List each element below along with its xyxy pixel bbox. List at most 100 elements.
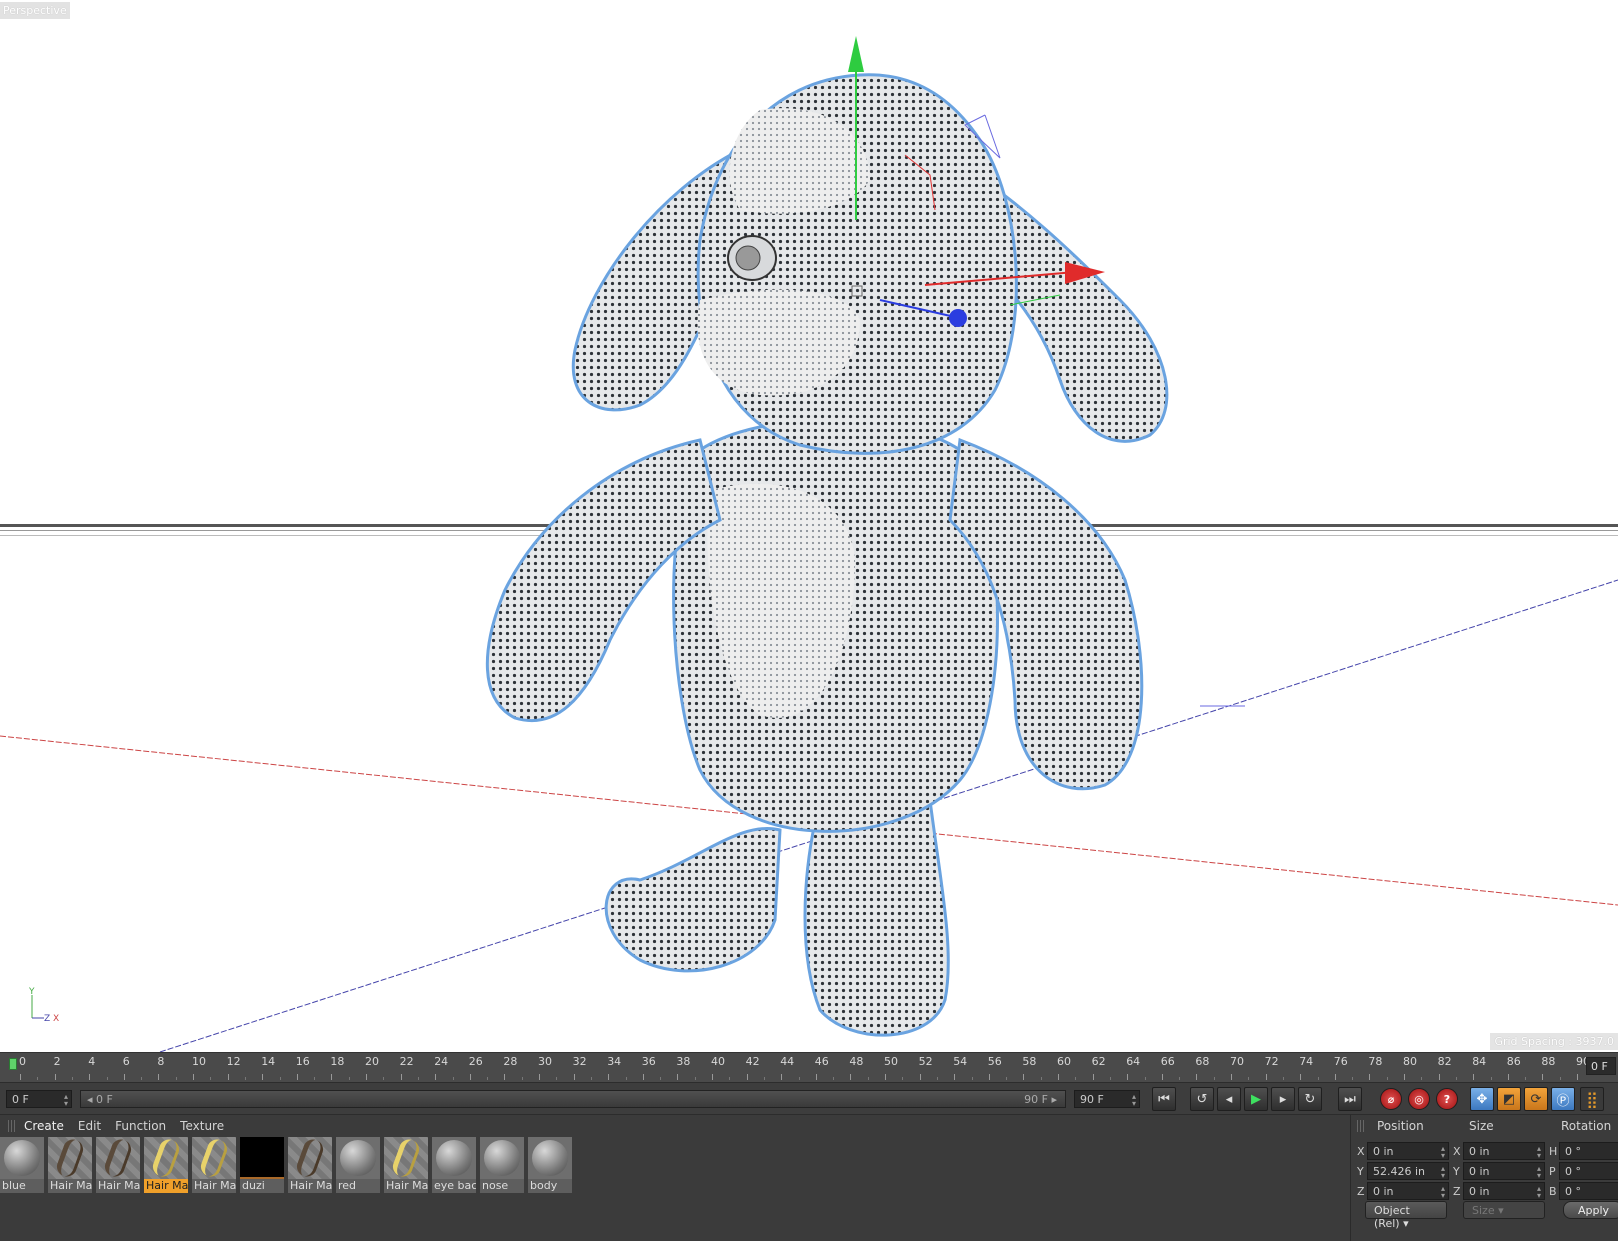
material-swatch-list: blue Hair Ma Hair Ma Hair Ma Hair Ma duzi Hair… <box>0 1137 576 1201</box>
material-preview <box>96 1137 140 1179</box>
frame-tick-minor <box>660 1077 662 1080</box>
frame-tick <box>400 1074 402 1080</box>
material-swatch[interactable]: nose <box>480 1137 524 1201</box>
frame-tick-label: 28 <box>503 1055 518 1068</box>
material-swatch[interactable]: body <box>528 1137 572 1201</box>
size-z-field-value: 0 in <box>1469 1185 1490 1198</box>
menu-edit[interactable]: Edit <box>78 1119 101 1133</box>
previous-keyframe-button[interactable]: ↺ <box>1190 1087 1214 1111</box>
material-swatch[interactable]: duzi <box>240 1137 284 1201</box>
hair-strand-icon <box>102 1137 134 1179</box>
frame-tick <box>885 1074 886 1080</box>
viewport-label[interactable]: Perspective <box>0 2 70 19</box>
material-name: body <box>528 1179 572 1193</box>
menu-function[interactable]: Function <box>115 1119 166 1133</box>
spinner-icon[interactable]: ▴ ▾ <box>1537 1145 1541 1160</box>
position-y-field[interactable]: 52.426 in ▴ ▾ <box>1367 1162 1449 1180</box>
record-parameter-toggle[interactable]: Ⓟ <box>1551 1087 1575 1111</box>
frame-tick-minor <box>1248 1077 1250 1080</box>
go-to-end-button[interactable]: ⏭ <box>1338 1087 1362 1111</box>
spinner-icon[interactable]: ▴ ▾ <box>1537 1165 1541 1180</box>
scene-canvas[interactable]: Y Z X <box>0 0 1618 1052</box>
frame-tick <box>1404 1074 1405 1080</box>
move-icon: ✥ <box>1476 1091 1488 1107</box>
playhead[interactable] <box>9 1058 17 1070</box>
menu-create[interactable]: Create <box>24 1119 64 1133</box>
frame-tick <box>712 1074 713 1080</box>
material-swatch[interactable]: Hair Ma <box>144 1137 188 1201</box>
frame-tick-label: 38 <box>676 1055 691 1068</box>
coordinate-row: Y 52.426 in ▴ ▾ Y 0 in ▴ ▾ P 0 ° <box>1351 1162 1618 1182</box>
keyframe-selection-button[interactable]: ? <box>1436 1088 1458 1110</box>
menu-texture[interactable]: Texture <box>180 1119 224 1133</box>
material-swatch[interactable]: eye back <box>432 1137 476 1201</box>
end-frame-field[interactable]: 90 F ▴ ▾ <box>1074 1090 1140 1108</box>
autokeying-button[interactable]: ◎ <box>1408 1088 1430 1110</box>
frame-tick-minor <box>1006 1077 1008 1080</box>
material-swatch[interactable]: blue <box>0 1137 44 1201</box>
material-swatch[interactable]: Hair Ma <box>288 1137 332 1201</box>
frame-tick-minor <box>1455 1077 1457 1080</box>
record-scale-toggle[interactable]: ◩ <box>1497 1087 1521 1111</box>
material-swatch[interactable]: Hair Ma <box>384 1137 428 1201</box>
start-frame-field[interactable]: 0 F ▴ ▾ <box>6 1090 72 1108</box>
frame-tick-minor <box>521 1077 523 1080</box>
material-name: nose <box>480 1179 524 1193</box>
material-name: Hair Ma <box>288 1179 332 1193</box>
frame-tick-minor <box>1490 1077 1492 1080</box>
material-preview <box>480 1137 524 1179</box>
viewport-perspective[interactable]: Y Z X Perspective Grid Spacing : 3937.0 <box>0 0 1618 1052</box>
position-z-field[interactable]: 0 in ▴ ▾ <box>1367 1182 1449 1200</box>
material-preview <box>384 1137 428 1179</box>
material-swatch[interactable]: Hair Ma <box>48 1137 92 1201</box>
timeline-ruler[interactable]: 0 2 4 6 8 10 12 14 16 18 20 22 24 26 28 30 32 34 36 38 40 42 4… <box>0 1052 1618 1082</box>
spinner-icon[interactable]: ▴ ▾ <box>1132 1093 1136 1108</box>
frame-tick-label: 78 <box>1368 1055 1383 1068</box>
frame-tick-label: 68 <box>1195 1055 1210 1068</box>
spinner-icon[interactable]: ▴ ▾ <box>1441 1145 1445 1160</box>
panel-grip-icon[interactable] <box>1357 1120 1365 1132</box>
go-to-start-button[interactable]: ⏮ <box>1152 1087 1176 1111</box>
spinner-icon[interactable]: ▴ ▾ <box>1537 1185 1541 1200</box>
play-button[interactable]: ▶ <box>1244 1087 1268 1111</box>
record-key-icon: ⌀ <box>1387 1092 1395 1106</box>
rotation-p-field[interactable]: 0 ° <box>1559 1162 1618 1180</box>
size-y-field[interactable]: 0 in ▴ ▾ <box>1463 1162 1545 1180</box>
material-preview <box>48 1137 92 1179</box>
material-swatch[interactable]: Hair Ma <box>96 1137 140 1201</box>
next-frame-button[interactable]: ▸ <box>1271 1087 1295 1111</box>
next-keyframe-button[interactable]: ↻ <box>1298 1087 1322 1111</box>
size-z-field[interactable]: 0 in ▴ ▾ <box>1463 1182 1545 1200</box>
material-sphere-icon <box>484 1140 520 1176</box>
frame-tick-label: 18 <box>330 1055 345 1068</box>
frame-tick <box>1369 1074 1371 1080</box>
frame-tick-label: 58 <box>1022 1055 1037 1068</box>
material-swatch[interactable]: Hair Ma <box>192 1137 236 1201</box>
size-x-field[interactable]: 0 in ▴ ▾ <box>1463 1142 1545 1160</box>
position-x-field[interactable]: 0 in ▴ ▾ <box>1367 1142 1449 1160</box>
rotation-b-field[interactable]: 0 ° <box>1559 1182 1618 1200</box>
spinner-icon[interactable]: ▴ ▾ <box>1441 1185 1445 1200</box>
spinner-icon[interactable]: ▴ ▾ <box>64 1093 68 1108</box>
spinner-icon[interactable]: ▴ ▾ <box>1441 1165 1445 1180</box>
rotation-h-field[interactable]: 0 ° <box>1559 1142 1618 1160</box>
preview-range-slider[interactable]: ◂ 0 F 90 F ▸ <box>80 1090 1066 1108</box>
skip-start-icon: ⏮ <box>1158 1091 1170 1107</box>
record-rotation-toggle[interactable]: ⟳ <box>1524 1087 1548 1111</box>
frame-ruler[interactable]: 0 2 4 6 8 10 12 14 16 18 20 22 24 26 28 30 32 34 36 38 40 42 4… <box>8 1053 1590 1083</box>
material-name: red <box>336 1179 380 1193</box>
record-active-objects-button[interactable]: ⌀ <box>1380 1088 1402 1110</box>
frame-tick <box>1473 1074 1475 1080</box>
frame-tick <box>746 1074 748 1080</box>
hair-material-icon <box>288 1137 332 1179</box>
record-position-toggle[interactable]: ✥ <box>1470 1087 1494 1111</box>
frame-tick-minor <box>348 1077 350 1080</box>
material-swatch[interactable]: red <box>336 1137 380 1201</box>
size-mode-value: Size <box>1472 1204 1495 1217</box>
character-model[interactable] <box>485 73 1169 1037</box>
coordinate-mode-dropdown[interactable]: Object (Rel) ▾ <box>1365 1201 1447 1230</box>
previous-frame-button[interactable]: ◂ <box>1217 1087 1241 1111</box>
panel-grip-icon[interactable] <box>8 1120 16 1132</box>
apply-button[interactable]: Apply <box>1563 1201 1618 1219</box>
record-point-level-toggle[interactable]: ⣿ <box>1580 1087 1604 1111</box>
